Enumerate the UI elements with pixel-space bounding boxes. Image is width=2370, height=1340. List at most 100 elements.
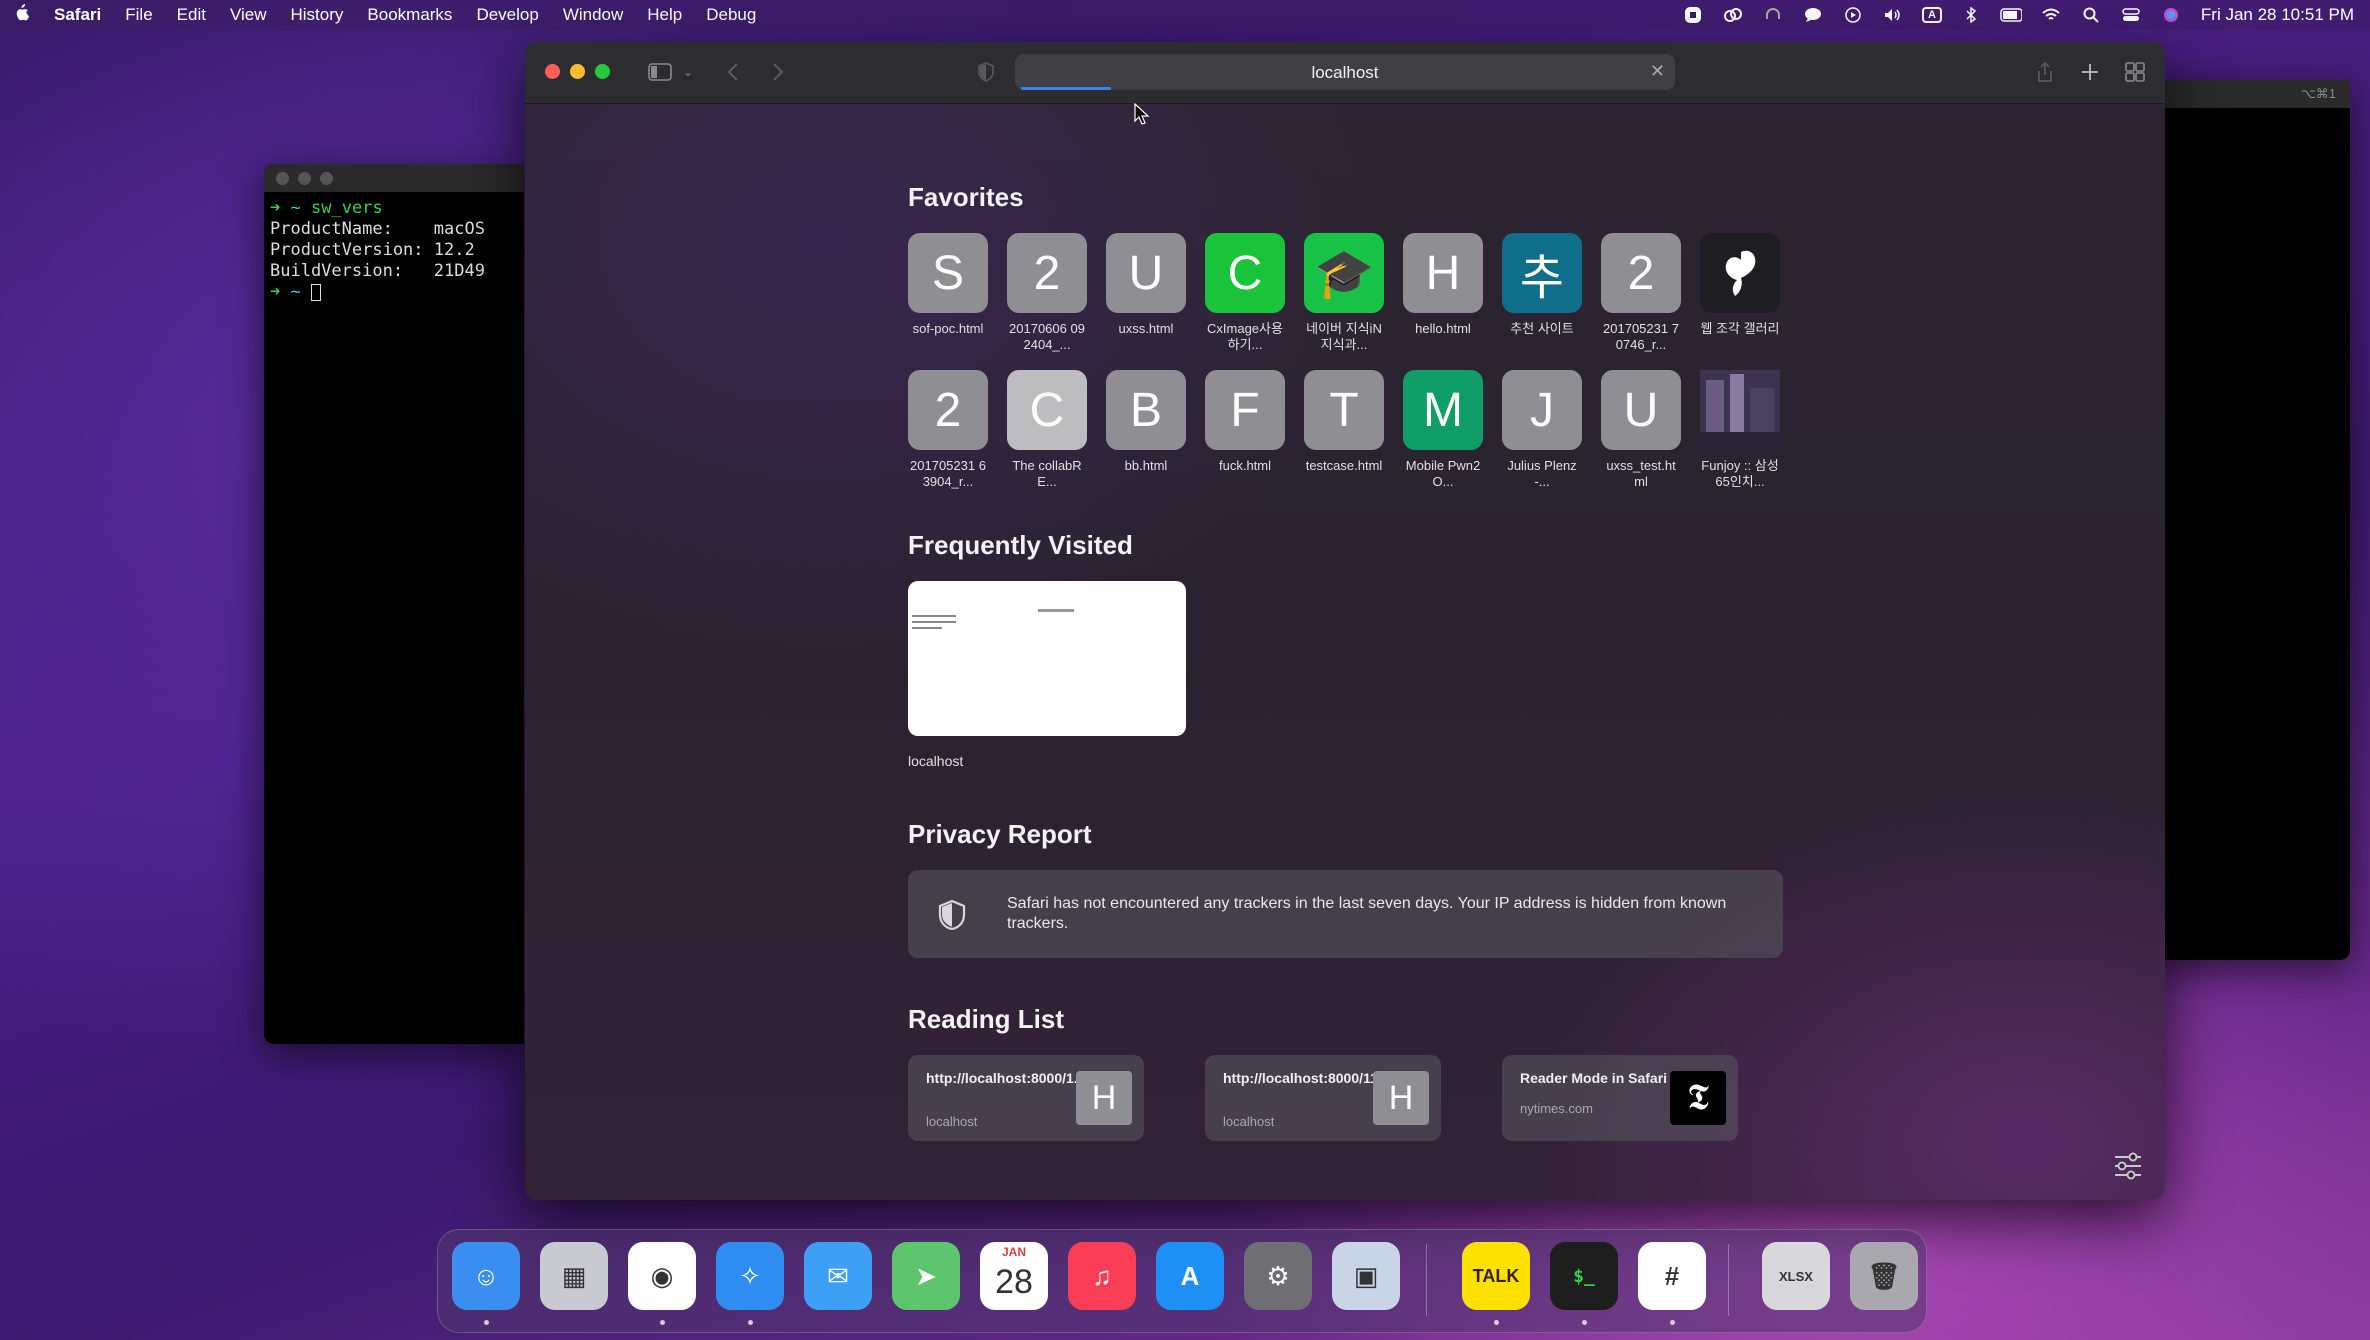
favorite-tile[interactable]: C bbox=[1007, 370, 1087, 450]
favorite-item[interactable]: C CxImage사용하기... bbox=[1205, 233, 1285, 353]
favorite-item[interactable]: 2 20170606 092404_... bbox=[1007, 233, 1087, 353]
address-text[interactable]: localhost bbox=[1015, 63, 1675, 83]
chevron-down-icon[interactable]: ⌄ bbox=[680, 57, 696, 87]
dock-app-finder[interactable]: ☺ bbox=[452, 1242, 520, 1310]
favorite-tile[interactable]: 추 bbox=[1502, 233, 1582, 313]
favorite-item[interactable]: Funjoy :: 삼성 65인치... bbox=[1700, 370, 1780, 490]
dock-app-music[interactable]: ♫ bbox=[1068, 1242, 1136, 1310]
new-tab-icon[interactable] bbox=[2075, 57, 2105, 87]
dock-app-kakaotalk[interactable]: TALK bbox=[1462, 1242, 1530, 1310]
favorite-tile[interactable]: 2 bbox=[1601, 233, 1681, 313]
favorite-tile[interactable]: U bbox=[1601, 370, 1681, 450]
dock-app-documents[interactable]: XLSX bbox=[1762, 1242, 1830, 1310]
favorite-tile[interactable] bbox=[1700, 233, 1780, 313]
favorite-tile[interactable] bbox=[1700, 370, 1780, 450]
favorite-tile[interactable]: 2 bbox=[1007, 233, 1087, 313]
menu-view[interactable]: View bbox=[230, 5, 267, 25]
favorite-item[interactable]: Bbb.html bbox=[1106, 370, 1186, 490]
menu-bookmarks[interactable]: Bookmarks bbox=[367, 5, 452, 25]
favorite-tile[interactable]: 2 bbox=[908, 370, 988, 450]
frequently-visited-thumbnail[interactable] bbox=[908, 581, 1186, 736]
zoom-button[interactable] bbox=[595, 64, 610, 79]
input-source-icon[interactable]: A bbox=[1921, 7, 1942, 23]
minimize-button[interactable] bbox=[570, 64, 585, 79]
favorite-item[interactable]: 웹 조각 갤러리 bbox=[1700, 233, 1780, 353]
apple-menu-icon[interactable] bbox=[14, 3, 44, 27]
forward-icon[interactable] bbox=[765, 57, 791, 87]
favorite-item[interactable]: Ssof-poc.html bbox=[908, 233, 988, 353]
bluetooth-icon[interactable] bbox=[1960, 6, 1982, 24]
favorite-tile[interactable]: T bbox=[1304, 370, 1384, 450]
favorite-item[interactable]: M Mobile Pwn2O... bbox=[1403, 370, 1483, 490]
spotlight-icon[interactable] bbox=[2080, 6, 2102, 24]
dock-app-trash[interactable]: 🗑 bbox=[1850, 1242, 1918, 1310]
clear-icon[interactable]: ✕ bbox=[1650, 61, 1665, 82]
share-icon[interactable] bbox=[2030, 57, 2060, 87]
menu-edit[interactable]: Edit bbox=[177, 5, 206, 25]
back-icon[interactable] bbox=[720, 57, 746, 87]
favorite-item[interactable]: 추 추천 사이트 bbox=[1502, 233, 1582, 353]
terminal-window-2[interactable]: ⌥⌘1 bbox=[2150, 80, 2350, 960]
dock-app-system-preferences[interactable]: ⚙ bbox=[1244, 1242, 1312, 1310]
dock-app-chrome[interactable]: ◉ bbox=[628, 1242, 696, 1310]
menubar-clock[interactable]: Fri Jan 28 10:51 PM bbox=[2201, 5, 2354, 25]
sidebar-icon[interactable] bbox=[645, 57, 675, 87]
favorite-item[interactable]: 2 201705231 70746_r... bbox=[1601, 233, 1681, 353]
close-button[interactable] bbox=[276, 171, 289, 185]
favorite-item[interactable]: Ffuck.html bbox=[1205, 370, 1285, 490]
reading-list-item[interactable]: http://localhost:8000/11.html localhost … bbox=[1205, 1055, 1441, 1141]
menu-help[interactable]: Help bbox=[647, 5, 682, 25]
reading-list-item[interactable]: http://localhost:8000/1.html localhost H bbox=[908, 1055, 1144, 1141]
dock-app-terminal[interactable]: $_ bbox=[1550, 1242, 1618, 1310]
dock-app-mail[interactable]: ✉ bbox=[804, 1242, 872, 1310]
favorite-tile[interactable]: S bbox=[908, 233, 988, 313]
favorite-tile[interactable]: 🎓 bbox=[1304, 233, 1384, 313]
dock-app-safari[interactable]: ✧ bbox=[716, 1242, 784, 1310]
play-icon[interactable] bbox=[1842, 6, 1864, 24]
close-button[interactable] bbox=[545, 64, 560, 79]
battery-icon[interactable] bbox=[2000, 6, 2022, 24]
dock-app-maps[interactable]: ➤ bbox=[892, 1242, 960, 1310]
zoom-button[interactable] bbox=[320, 171, 333, 185]
volume-icon[interactable] bbox=[1882, 6, 1904, 24]
siri-icon[interactable] bbox=[2160, 6, 2182, 24]
menu-debug[interactable]: Debug bbox=[706, 5, 756, 25]
favorite-item[interactable]: Uuxss_test.html bbox=[1601, 370, 1681, 490]
dock-app-slack[interactable]: # bbox=[1638, 1242, 1706, 1310]
dock-app-launchpad[interactable]: ▦ bbox=[540, 1242, 608, 1310]
favorite-item[interactable]: 🎓 네이버 지식iN 지식과... bbox=[1304, 233, 1384, 353]
reading-list-item[interactable]: Reader Mode in Safari nytimes.com 𝕿 bbox=[1502, 1055, 1738, 1141]
customize-start-page-icon[interactable] bbox=[2113, 1152, 2143, 1180]
headphones-icon[interactable] bbox=[1762, 6, 1784, 24]
favorite-item[interactable]: Uuxss.html bbox=[1106, 233, 1186, 353]
record-icon[interactable] bbox=[1682, 6, 1704, 24]
favorite-tile[interactable]: B bbox=[1106, 370, 1186, 450]
favorite-tile[interactable]: M bbox=[1403, 370, 1483, 450]
creative-cloud-icon[interactable] bbox=[1722, 6, 1744, 24]
menu-app-name[interactable]: Safari bbox=[54, 5, 101, 25]
favorite-tile[interactable]: H bbox=[1403, 233, 1483, 313]
minimize-button[interactable] bbox=[298, 171, 311, 185]
menu-window[interactable]: Window bbox=[563, 5, 623, 25]
terminal-window[interactable]: ➜ ~ sw_vers ProductName: macOS ProductVe… bbox=[264, 164, 524, 1044]
favorite-item[interactable]: C The collabRE... bbox=[1007, 370, 1087, 490]
wifi-icon[interactable] bbox=[2040, 6, 2062, 24]
dock-app-virtualbox[interactable]: ▣ bbox=[1332, 1242, 1400, 1310]
menu-develop[interactable]: Develop bbox=[476, 5, 538, 25]
favorite-item[interactable]: Hhello.html bbox=[1403, 233, 1483, 353]
tab-overview-icon[interactable] bbox=[2120, 57, 2150, 87]
address-bar[interactable]: localhost ✕ bbox=[1015, 54, 1675, 90]
menu-file[interactable]: File bbox=[125, 5, 152, 25]
dock-app-calendar[interactable]: JAN 28 bbox=[980, 1242, 1048, 1310]
menu-history[interactable]: History bbox=[291, 5, 344, 25]
favorite-tile[interactable]: U bbox=[1106, 233, 1186, 313]
privacy-shield-icon[interactable] bbox=[973, 57, 999, 87]
favorite-item[interactable]: 2 201705231 63904_r... bbox=[908, 370, 988, 490]
control-center-icon[interactable] bbox=[2120, 6, 2142, 24]
privacy-report-card[interactable]: Safari has not encountered any trackers … bbox=[908, 870, 1783, 958]
dock-app-app-store[interactable]: A bbox=[1156, 1242, 1224, 1310]
frequently-visited-item[interactable]: localhost bbox=[908, 581, 1783, 769]
favorite-tile[interactable]: J bbox=[1502, 370, 1582, 450]
favorite-item[interactable]: J Julius Plenz -... bbox=[1502, 370, 1582, 490]
frequently-visited-label[interactable]: localhost bbox=[908, 753, 1783, 769]
